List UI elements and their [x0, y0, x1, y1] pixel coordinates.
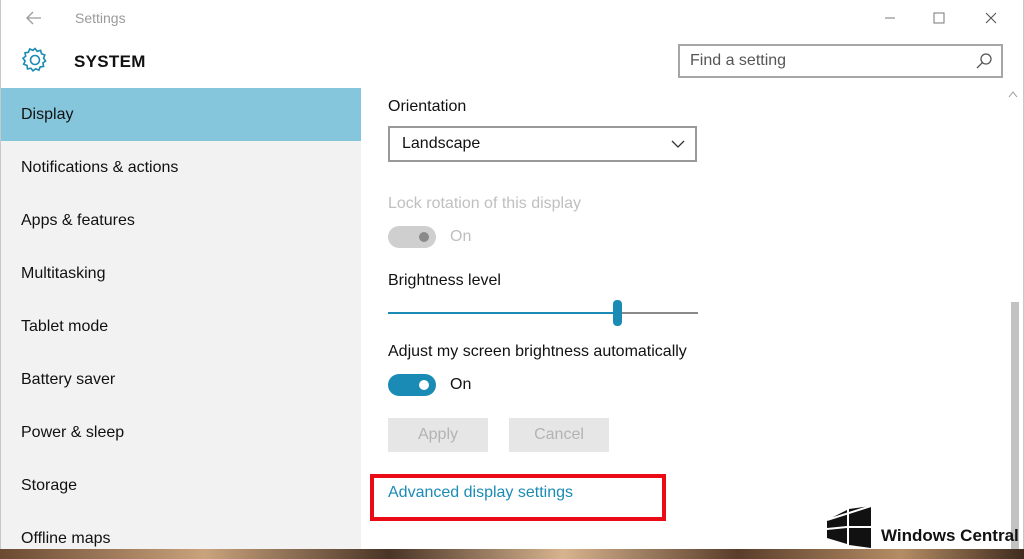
lock-rotation-label: Lock rotation of this display	[388, 195, 581, 212]
sidebar-item-display[interactable]: Display	[1, 88, 361, 141]
cancel-button[interactable]: Cancel	[509, 418, 609, 452]
watermark: Windows Central	[825, 506, 1023, 548]
sidebar-item-storage[interactable]: Storage	[1, 459, 361, 512]
back-button[interactable]	[19, 4, 49, 32]
orientation-dropdown[interactable]: Landscape	[388, 126, 697, 162]
app-header: SYSTEM	[1, 36, 1023, 88]
display-settings-panel: Orientation Landscape Lock rotation of t…	[362, 88, 1023, 550]
scrollbar[interactable]	[1001, 88, 1023, 550]
sidebar-item-label: Battery saver	[21, 370, 116, 388]
close-button[interactable]	[971, 4, 1011, 32]
sidebar-item-label: Offline maps	[21, 529, 111, 547]
search-box[interactable]	[678, 44, 1003, 78]
advanced-display-settings-link[interactable]: Advanced display settings	[388, 484, 573, 502]
orientation-value: Landscape	[402, 135, 481, 152]
title-bar: Settings	[1, 0, 1023, 36]
sidebar-item-label: Display	[21, 105, 74, 123]
desktop-wallpaper	[0, 549, 1024, 559]
settings-window: Settings SYSTEM Display	[0, 0, 1024, 550]
sidebar-item-offline-maps[interactable]: Offline maps	[1, 512, 361, 550]
window-title: Settings	[75, 10, 126, 26]
sidebar-item-tablet-mode[interactable]: Tablet mode	[1, 300, 361, 353]
sidebar-item-label: Tablet mode	[21, 317, 109, 335]
maximize-icon	[933, 12, 945, 24]
lock-rotation-state: On	[450, 228, 472, 245]
sidebar-item-label: Power & sleep	[21, 423, 125, 441]
maximize-button[interactable]	[919, 4, 959, 32]
chevron-down-icon	[671, 140, 685, 148]
page-title: SYSTEM	[74, 52, 146, 71]
sidebar-item-label: Storage	[21, 476, 78, 494]
minimize-button[interactable]	[870, 4, 910, 32]
back-arrow-icon	[26, 11, 41, 25]
minimize-icon	[885, 17, 895, 19]
brightness-slider[interactable]	[388, 300, 698, 326]
scroll-up-arrow-icon[interactable]	[1008, 90, 1018, 98]
sidebar-item-multitasking[interactable]: Multitasking	[1, 247, 361, 300]
brightness-label: Brightness level	[388, 272, 501, 289]
slider-track-filled	[388, 312, 617, 314]
auto-brightness-label: Adjust my screen brightness automaticall…	[388, 343, 687, 360]
slider-thumb[interactable]	[613, 300, 622, 326]
sidebar: Display Notifications & actions Apps & f…	[1, 88, 361, 550]
toggle-knob	[419, 232, 429, 242]
orientation-label: Orientation	[388, 98, 467, 115]
sidebar-item-label: Apps & features	[21, 211, 135, 229]
sidebar-item-battery-saver[interactable]: Battery saver	[1, 353, 361, 406]
toggle-knob	[419, 380, 429, 390]
sidebar-item-notifications[interactable]: Notifications & actions	[1, 141, 361, 194]
search-icon[interactable]	[975, 52, 993, 70]
slider-track-remaining	[617, 312, 698, 314]
sidebar-item-label: Notifications & actions	[21, 158, 179, 176]
watermark-text: Windows Central	[881, 526, 1019, 545]
sidebar-item-power-sleep[interactable]: Power & sleep	[1, 406, 361, 459]
sidebar-item-label: Multitasking	[21, 264, 106, 282]
lock-rotation-toggle[interactable]	[388, 226, 436, 248]
gear-icon	[21, 47, 47, 73]
search-input[interactable]	[690, 51, 960, 71]
close-icon	[985, 12, 997, 24]
windows-logo-icon	[826, 506, 872, 548]
auto-brightness-toggle[interactable]	[388, 374, 436, 396]
sidebar-item-apps-features[interactable]: Apps & features	[1, 194, 361, 247]
apply-button[interactable]: Apply	[388, 418, 488, 452]
auto-brightness-state: On	[450, 376, 472, 393]
